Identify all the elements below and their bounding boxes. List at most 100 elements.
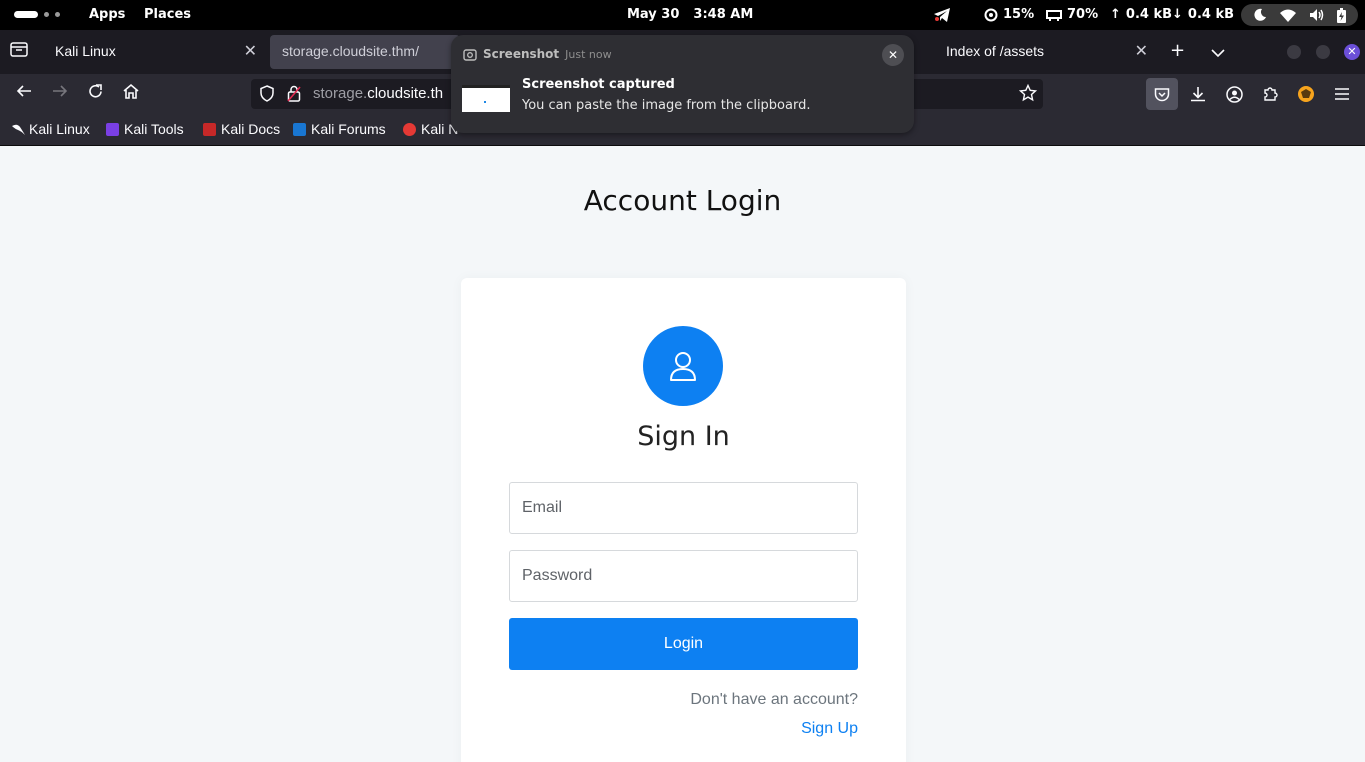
- screenshot-thumbnail: [462, 85, 510, 112]
- user-icon: [670, 352, 696, 381]
- insecure-lock-icon[interactable]: [287, 85, 301, 106]
- apps-menu[interactable]: Apps: [89, 7, 125, 22]
- clock[interactable]: May 30 3:48 AM: [627, 7, 753, 22]
- arrow-right-icon: [53, 85, 68, 97]
- password-field[interactable]: [509, 550, 858, 602]
- reload-button[interactable]: [87, 83, 104, 105]
- system-top-bar: Apps Places May 30 3:48 AM 15% 70% ↑ 0.4…: [0, 0, 1365, 30]
- kali-docs-icon: [203, 122, 216, 136]
- login-card: Sign In Login Don't have an account? Sig…: [461, 278, 906, 762]
- memory-value: 70%: [1067, 7, 1099, 22]
- cpu-value: 15%: [1003, 7, 1035, 22]
- foxyproxy-button[interactable]: [1293, 81, 1319, 107]
- home-icon: [123, 83, 139, 99]
- url-prefix: storage.: [313, 85, 368, 102]
- download-value: 0.4 kB: [1187, 7, 1235, 22]
- bookmark-kali-nethunter[interactable]: Kali N: [403, 121, 458, 137]
- bookmark-label: Kali Forums: [311, 121, 386, 137]
- tab-storage-cloudsite[interactable]: storage.cloudsite.thm/: [270, 35, 460, 69]
- plus-icon: +: [1170, 40, 1186, 61]
- download-indicator[interactable]: ↓ 0.4 kB: [1172, 7, 1234, 22]
- account-icon: [1225, 85, 1243, 103]
- volume-icon: [1309, 9, 1324, 21]
- bookmark-kali-forums[interactable]: Kali Forums: [293, 121, 386, 137]
- pocket-button[interactable]: [1146, 78, 1178, 110]
- notification-title: Screenshot captured: [522, 77, 675, 92]
- tab-title: Index of /assets: [946, 43, 1045, 59]
- reload-icon: [89, 84, 102, 98]
- forward-button[interactable]: [51, 83, 69, 104]
- bookmark-star-icon[interactable]: [1018, 83, 1038, 106]
- telegram-icon[interactable]: [933, 7, 951, 23]
- kali-dragon-icon: [11, 123, 25, 136]
- wifi-icon: [1280, 9, 1297, 22]
- hamburger-icon: [1335, 88, 1349, 100]
- minimize-button[interactable]: [1287, 45, 1301, 59]
- screenshot-notification[interactable]: Screenshot Just now Screenshot captured …: [451, 35, 914, 133]
- upload-indicator[interactable]: ↑ 0.4 kB: [1110, 7, 1172, 22]
- app-menu-button[interactable]: [1329, 81, 1355, 107]
- memory-icon: [1046, 9, 1062, 21]
- no-account-text: Don't have an account?: [690, 691, 858, 708]
- email-field[interactable]: [509, 482, 858, 534]
- tab-title: Kali Linux: [55, 43, 116, 59]
- chevron-down-icon: [1211, 49, 1225, 58]
- kali-nethunter-icon: [403, 122, 416, 136]
- places-menu[interactable]: Places: [144, 7, 191, 22]
- back-button[interactable]: [15, 83, 33, 104]
- login-button[interactable]: Login: [509, 618, 858, 670]
- arrow-down-icon: ↓: [1172, 7, 1183, 22]
- arrow-left-icon: [16, 85, 31, 97]
- new-tab-button[interactable]: +: [1170, 40, 1185, 61]
- notification-time: Just now: [565, 47, 612, 61]
- bookmark-kali-tools[interactable]: Kali Tools: [106, 121, 184, 137]
- cpu-icon: [984, 8, 998, 21]
- puzzle-icon: [1264, 87, 1278, 101]
- avatar: [643, 326, 723, 406]
- tab-index-of-assets[interactable]: Index of /assets ✕: [934, 35, 1156, 69]
- maximize-button[interactable]: [1316, 45, 1330, 59]
- pocket-icon: [1154, 87, 1170, 101]
- notification-header: Screenshot Just now: [463, 47, 612, 61]
- tab-kali-linux[interactable]: Kali Linux ✕: [43, 35, 265, 69]
- firefox-view-button[interactable]: [10, 41, 28, 62]
- bookmark-label: Kali Tools: [124, 121, 184, 137]
- page-title: Account Login: [583, 184, 782, 217]
- extensions-button[interactable]: [1257, 81, 1283, 107]
- upload-value: 0.4 kB: [1125, 7, 1173, 22]
- close-icon[interactable]: ✕: [244, 41, 257, 61]
- clock-date: May 30: [627, 7, 680, 22]
- quick-settings[interactable]: [1241, 4, 1358, 26]
- close-icon[interactable]: ✕: [1135, 41, 1148, 61]
- memory-indicator[interactable]: 70%: [1046, 7, 1098, 22]
- tab-title: storage.cloudsite.thm/: [282, 43, 419, 59]
- arrow-up-icon: ↑: [1110, 7, 1121, 22]
- url-text[interactable]: storage.cloudsite.th: [313, 85, 443, 102]
- cpu-indicator[interactable]: 15%: [984, 7, 1034, 22]
- firefox-view-icon: [10, 42, 28, 57]
- list-all-tabs-button[interactable]: [1210, 42, 1226, 63]
- workspace-indicator[interactable]: [14, 11, 60, 18]
- battery-icon: [1336, 7, 1346, 23]
- bookmark-label: Kali Docs: [221, 121, 281, 137]
- page-content: Account Login Sign In Login Don't have a…: [0, 146, 1365, 762]
- kali-tools-icon: [106, 122, 119, 136]
- shield-icon[interactable]: [259, 85, 275, 106]
- sign-up-link[interactable]: Sign Up: [801, 720, 858, 738]
- notification-app-name: Screenshot: [483, 47, 560, 61]
- bookmark-label: Kali Linux: [29, 121, 90, 137]
- close-window-button[interactable]: ✕: [1344, 44, 1360, 60]
- download-icon: [1191, 87, 1205, 102]
- home-button[interactable]: [122, 83, 140, 105]
- kali-forums-icon: [293, 122, 306, 136]
- account-button[interactable]: [1221, 81, 1247, 107]
- notification-body: You can paste the image from the clipboa…: [522, 98, 811, 113]
- clock-time: 3:48 AM: [693, 7, 754, 22]
- close-notification-button[interactable]: ✕: [882, 44, 904, 66]
- downloads-button[interactable]: [1185, 81, 1211, 107]
- card-title: Sign In: [637, 421, 730, 452]
- night-light-icon: [1254, 8, 1267, 21]
- foxyproxy-icon: [1298, 86, 1314, 102]
- bookmark-kali-linux[interactable]: Kali Linux: [11, 121, 90, 137]
- bookmark-kali-docs[interactable]: Kali Docs: [203, 121, 280, 137]
